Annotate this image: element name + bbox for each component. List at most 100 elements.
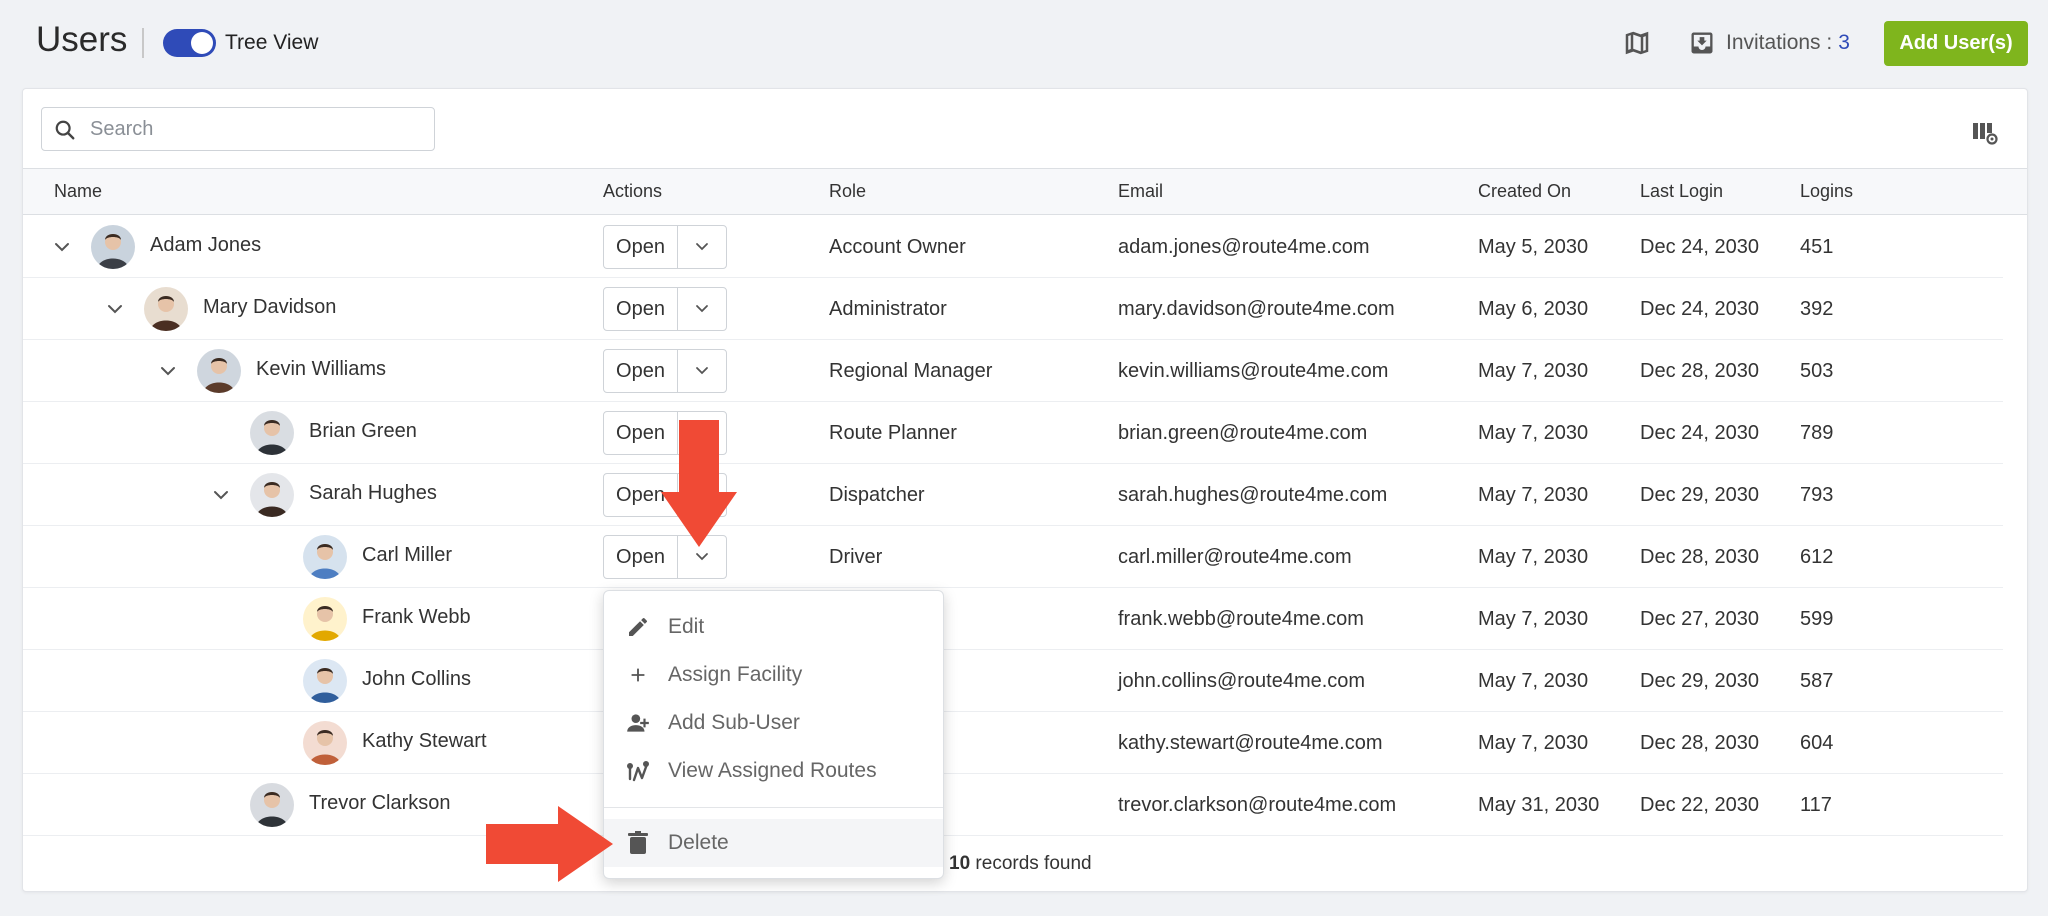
actions-dropdown-button[interactable]: [678, 226, 726, 268]
add-user-icon: [624, 709, 652, 737]
users-card: Name Actions Role Email Created On Last …: [22, 88, 2028, 892]
created-on: May 7, 2030: [1478, 422, 1589, 444]
user-name[interactable]: Kevin Williams: [256, 340, 386, 402]
map-icon[interactable]: [1622, 28, 1652, 58]
last-login: Dec 29, 2030: [1640, 484, 1759, 506]
user-name[interactable]: Mary Davidson: [203, 278, 336, 340]
page-header: Users Tree View Invitations : 3 Add User…: [0, 0, 2048, 88]
avatar: [91, 225, 135, 269]
table-header: Name Actions Role Email Created On Last …: [23, 168, 2027, 215]
invitations-count: 3: [1838, 31, 1850, 54]
add-users-button[interactable]: Add User(s): [1884, 21, 2028, 66]
invitations-button[interactable]: Invitations : 3: [1688, 26, 1850, 60]
avatar: [303, 721, 347, 765]
table-row: Adam Jones Open Account Owner adam.jones@ro…: [23, 216, 2003, 278]
inbox-download-icon: [1691, 32, 1713, 54]
last-login: Dec 28, 2030: [1640, 732, 1759, 754]
created-on: May 31, 2030: [1478, 794, 1600, 816]
table-row: Carl Miller Open Driver carl.miller@route4m…: [23, 526, 2003, 588]
user-role: Regional Manager: [829, 360, 993, 382]
user-email: kevin.williams@route4me.com: [1118, 360, 1389, 382]
user-name[interactable]: Sarah Hughes: [309, 464, 437, 526]
open-button[interactable]: Open: [604, 226, 678, 268]
user-email: carl.miller@route4me.com: [1118, 546, 1352, 568]
table-row: Frank Webb frank.webb@route4me.com May 7, …: [23, 588, 2003, 650]
search-input[interactable]: [90, 114, 420, 144]
menu-item-edit[interactable]: Edit: [604, 603, 943, 651]
avatar: [197, 349, 241, 393]
menu-item-label: Assign Facility: [668, 663, 803, 686]
chevron-down-icon: [696, 553, 708, 561]
login-count: 587: [1800, 670, 1834, 692]
login-count: 392: [1800, 298, 1834, 320]
chevron-down-icon: [696, 305, 708, 313]
last-login: Dec 28, 2030: [1640, 546, 1759, 568]
user-email: frank.webb@route4me.com: [1118, 608, 1364, 630]
user-email: john.collins@route4me.com: [1118, 670, 1366, 692]
avatar: [144, 287, 188, 331]
last-login: Dec 22, 2030: [1640, 794, 1759, 816]
toggle-knob: [191, 32, 213, 54]
created-on: May 5, 2030: [1478, 236, 1589, 258]
user-name[interactable]: Adam Jones: [150, 216, 261, 278]
column-settings-icon[interactable]: [1971, 119, 2001, 149]
user-email: adam.jones@route4me.com: [1118, 236, 1370, 258]
menu-item-view-assigned-routes[interactable]: View Assigned Routes: [604, 747, 943, 795]
open-button[interactable]: Open: [604, 350, 678, 392]
records-count: 10 records found: [949, 853, 1092, 875]
user-email: trevor.clarkson@route4me.com: [1118, 794, 1397, 816]
user-name[interactable]: Brian Green: [309, 402, 417, 464]
column-header-role[interactable]: Role: [829, 169, 866, 214]
menu-item-add-sub-user[interactable]: Add Sub-User: [604, 699, 943, 747]
column-header-created-on[interactable]: Created On: [1478, 169, 1571, 214]
created-on: May 7, 2030: [1478, 360, 1589, 382]
last-login: Dec 24, 2030: [1640, 298, 1759, 320]
column-header-last-login[interactable]: Last Login: [1640, 169, 1723, 214]
trash-icon: [624, 829, 652, 857]
table-row: Mary Davidson Open Administrator mary.david…: [23, 278, 2003, 340]
user-name[interactable]: Carl Miller: [362, 526, 452, 588]
user-name[interactable]: Trevor Clarkson: [309, 774, 451, 836]
user-name[interactable]: John Collins: [362, 650, 471, 712]
column-header-name[interactable]: Name: [54, 169, 102, 214]
open-button[interactable]: Open: [604, 288, 678, 330]
invitations-label: Invitations :: [1726, 31, 1833, 54]
search-icon: [55, 120, 75, 140]
menu-item-label: Add Sub-User: [668, 711, 800, 734]
records-count-label: records found: [975, 853, 1092, 874]
chevron-down-icon[interactable]: [160, 363, 176, 379]
menu-item-assign-facility[interactable]: Assign Facility: [604, 651, 943, 699]
chevron-down-icon[interactable]: [54, 239, 70, 255]
last-login: Dec 27, 2030: [1640, 608, 1759, 630]
last-login: Dec 24, 2030: [1640, 236, 1759, 258]
avatar: [250, 411, 294, 455]
user-role: Driver: [829, 546, 883, 568]
menu-item-label: Edit: [668, 615, 705, 638]
created-on: May 7, 2030: [1478, 732, 1589, 754]
actions-dropdown-button[interactable]: [678, 350, 726, 392]
tree-view-label: Tree View: [225, 31, 319, 54]
records-count-number: 10: [949, 853, 971, 874]
created-on: May 7, 2030: [1478, 670, 1589, 692]
table-row: Kathy Stewart kathy.stewart@route4me.com M…: [23, 712, 2003, 774]
table-row: Trevor Clarkson trevor.clarkson@route4me.…: [23, 774, 2003, 836]
menu-item-delete[interactable]: Delete: [604, 819, 943, 867]
user-name[interactable]: Frank Webb: [362, 588, 471, 650]
search-box[interactable]: [41, 107, 435, 151]
created-on: May 6, 2030: [1478, 298, 1589, 320]
row-actions: Open: [603, 287, 727, 331]
created-on: May 7, 2030: [1478, 546, 1589, 568]
menu-divider: [604, 807, 943, 808]
table-row: John Collins john.collins@route4me.com May…: [23, 650, 2003, 712]
login-count: 599: [1800, 608, 1834, 630]
right-arrow-annotation: [486, 806, 613, 882]
tree-view-toggle[interactable]: [163, 29, 216, 57]
column-header-email[interactable]: Email: [1118, 169, 1163, 214]
actions-dropdown-button[interactable]: [678, 288, 726, 330]
avatar: [250, 473, 294, 517]
chevron-down-icon[interactable]: [213, 487, 229, 503]
column-header-logins[interactable]: Logins: [1800, 169, 1853, 214]
chevron-down-icon[interactable]: [107, 301, 123, 317]
down-arrow-annotation: [661, 420, 737, 547]
user-name[interactable]: Kathy Stewart: [362, 712, 487, 774]
